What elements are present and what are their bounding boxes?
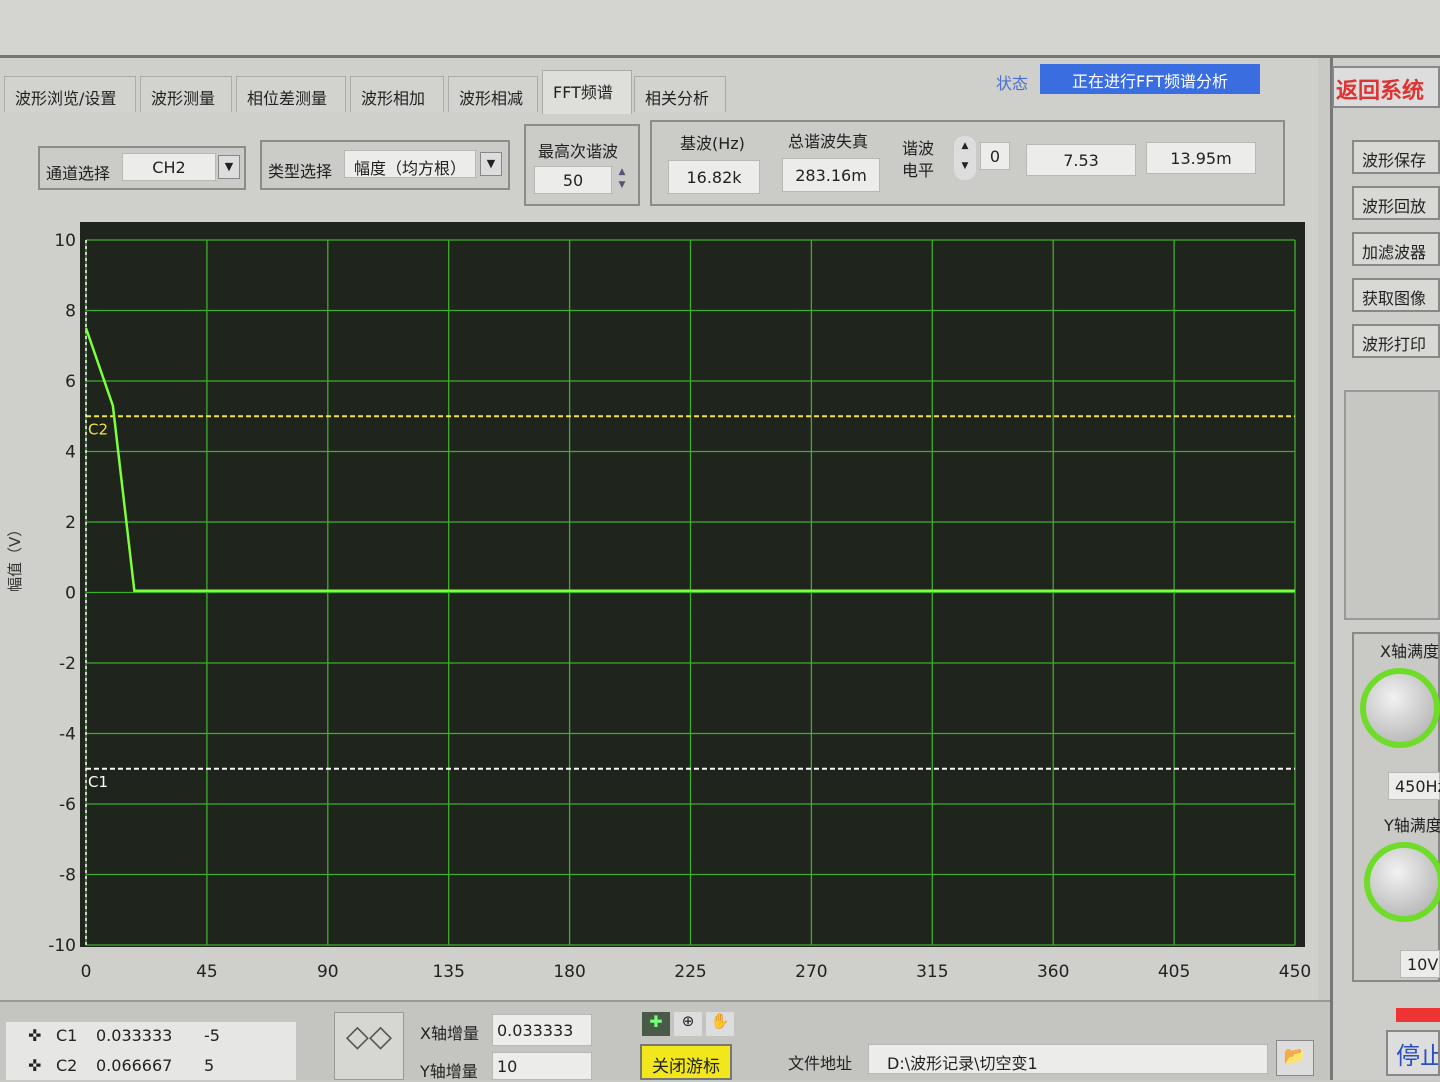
cursor-name: C2 xyxy=(56,1056,78,1075)
y-tick-label: 10 xyxy=(54,231,76,251)
cursor-tool-icon[interactable]: ✚ xyxy=(642,1012,670,1036)
cursor-label: C2 xyxy=(88,420,108,438)
y-tick-label: 0 xyxy=(65,584,76,604)
x-tick-label: 270 xyxy=(795,962,827,982)
right-button-2[interactable]: 加滤波器 xyxy=(1352,232,1440,266)
x-tick-label: 90 xyxy=(317,962,339,982)
right-button-1[interactable]: 波形回放 xyxy=(1352,186,1440,220)
y-tick-label: -6 xyxy=(59,795,76,815)
x-tick-label: 135 xyxy=(432,962,464,982)
y-axis-label: 幅值（V） xyxy=(6,521,24,592)
cursor-y[interactable]: -5 xyxy=(204,1026,220,1045)
y-increment-label: Y轴增量 xyxy=(420,1062,478,1081)
cursor-move-pad-icon[interactable]: ◇◇ xyxy=(334,1012,404,1080)
x-fullscale-knob[interactable] xyxy=(1360,668,1440,748)
right-blank-panel xyxy=(1344,390,1440,620)
x-tick-label: 45 xyxy=(196,962,218,982)
right-button-3[interactable]: 获取图像 xyxy=(1352,278,1440,312)
x-fullscale-input[interactable]: 450Hz xyxy=(1388,772,1440,800)
y-tick-label: 8 xyxy=(65,302,76,322)
cursor-marker-icon[interactable]: ✜ xyxy=(28,1026,41,1045)
x-tick-label: 315 xyxy=(916,962,948,982)
x-fullscale-label: X轴满度 xyxy=(1380,642,1439,661)
cursor-y[interactable]: 5 xyxy=(204,1056,214,1075)
cursor-marker-icon[interactable]: ✜ xyxy=(28,1056,41,1075)
stop-button[interactable]: 停止 xyxy=(1386,1030,1440,1076)
pan-hand-icon[interactable]: ✋ xyxy=(706,1012,734,1036)
x-tick-label: 0 xyxy=(81,962,92,982)
file-path-input[interactable]: D:\波形记录\切空变1 xyxy=(868,1044,1268,1074)
led-indicator xyxy=(1396,1008,1440,1022)
x-tick-label: 180 xyxy=(553,962,585,982)
x-tick-label: 225 xyxy=(674,962,706,982)
folder-icon[interactable]: 📂 xyxy=(1276,1040,1314,1076)
y-tick-label: -2 xyxy=(59,654,76,674)
y-fullscale-knob[interactable] xyxy=(1364,842,1440,922)
y-fullscale-input[interactable]: 10V xyxy=(1400,950,1440,978)
fft-chart: 0 45 90 135 180 225 270 315 360 405 450 10 8 6 4 2 0 -2 -4… xyxy=(48,231,1311,982)
close-cursor-button[interactable]: 关闭游标 xyxy=(640,1044,732,1080)
y-tick-label: 6 xyxy=(65,372,76,392)
cursor-x[interactable]: 0.066667 xyxy=(96,1056,172,1075)
return-system-button[interactable]: 返回系统 xyxy=(1332,66,1440,108)
cursor-x[interactable]: 0.033333 xyxy=(96,1026,172,1045)
y-tick-label: -8 xyxy=(59,866,76,886)
cursor-name: C1 xyxy=(56,1026,78,1045)
right-button-4[interactable]: 波形打印 xyxy=(1352,324,1440,358)
x-tick-label: 360 xyxy=(1037,962,1069,982)
cursor-label: C1 xyxy=(88,773,108,791)
x-increment-input[interactable]: 0.033333 xyxy=(492,1014,592,1046)
y-tick-label: -10 xyxy=(48,936,76,956)
x-tick-label: 405 xyxy=(1158,962,1190,982)
x-increment-label: X轴增量 xyxy=(420,1024,479,1043)
y-tick-label: 4 xyxy=(65,443,76,463)
y-fullscale-label: Y轴满度 xyxy=(1384,816,1440,835)
y-tick-label: 2 xyxy=(65,513,76,533)
y-tick-label: -4 xyxy=(59,725,76,745)
file-path-label: 文件地址 xyxy=(788,1054,853,1073)
zoom-tool-icon[interactable]: ⊕ xyxy=(674,1012,702,1036)
x-tick-label: 450 xyxy=(1279,962,1311,982)
y-increment-input[interactable]: 10 xyxy=(492,1052,592,1080)
right-button-0[interactable]: 波形保存 xyxy=(1352,140,1440,174)
